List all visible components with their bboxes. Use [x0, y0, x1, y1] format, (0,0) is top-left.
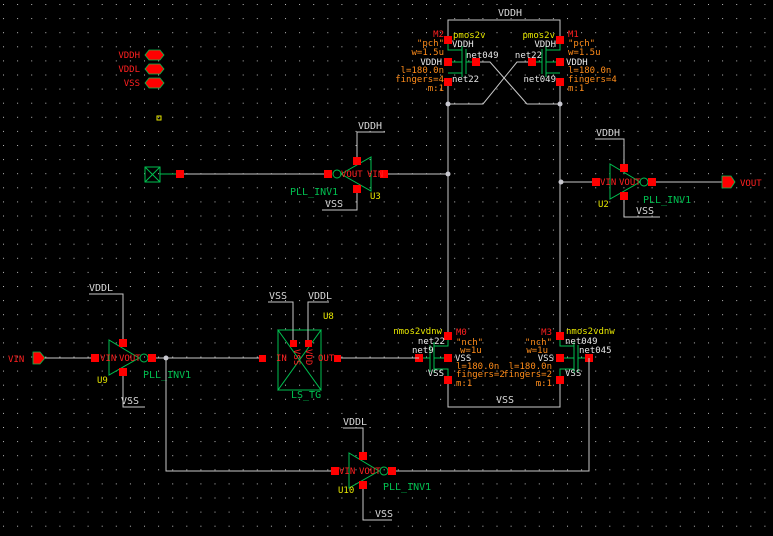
u10-vout-pin: VOUT	[359, 467, 381, 477]
u8-vss-pin: VSS	[291, 349, 301, 365]
m2-m: m:1	[428, 84, 444, 94]
u9-supply-net: VDDL	[89, 283, 113, 294]
global-pin-vddl-label: VDDL	[118, 65, 140, 75]
u8-inst-name: U8	[323, 312, 334, 322]
global-pin-vddl-icon[interactable]	[144, 63, 165, 75]
m0-source: VSS	[428, 369, 444, 379]
u3-inst-name: U3	[370, 192, 381, 202]
global-pin-vss-icon[interactable]	[144, 77, 165, 89]
m3-m: m:1	[536, 379, 552, 389]
m0-m: m:1	[456, 379, 472, 389]
u8-vss-net: VSS	[269, 291, 287, 302]
global-pin-vss-label: VSS	[124, 79, 140, 89]
u10-cell: PLL_INV1	[383, 482, 431, 493]
u2-supply-net: VDDH	[596, 128, 620, 139]
vddh-wire-label: VDDH	[498, 8, 522, 19]
m1-w: w=1.5u	[568, 48, 601, 58]
u10-ground-net: VSS	[375, 509, 393, 520]
m2-source: VDDH	[452, 40, 474, 50]
u10-inst-name: U10	[338, 486, 354, 496]
u8-in-pin: IN	[276, 354, 287, 364]
m3-source: VSS	[565, 369, 581, 379]
m3-cell: nmos2vdnw	[566, 327, 615, 337]
u9-vout-pin: VOUT	[119, 354, 141, 364]
u10-vin-pin: VIN	[339, 467, 355, 477]
u10-supply-net: VDDL	[343, 417, 367, 428]
u8-out-pin: OUT	[318, 354, 335, 364]
m2-drain-net: net22	[452, 75, 479, 85]
grid-dots	[0, 0, 773, 536]
u9-cell: PLL_INV1	[143, 370, 191, 381]
u3-vin-pin: VIN	[367, 170, 383, 180]
u3-ground-net: VSS	[325, 199, 343, 210]
u2-ground-net: VSS	[636, 206, 654, 217]
m3-inst-name: M3	[541, 328, 552, 338]
m1-m: m:1	[568, 84, 584, 94]
schematic-canvas[interactable]: VDDH VDDL VSS VDDH VSS M2 pmos2v "pch" V…	[0, 0, 773, 536]
m0-inst-name: M0	[456, 328, 467, 338]
m1-gate-net: net22	[515, 51, 542, 61]
u2-vout-pin: VOUT	[619, 178, 641, 188]
u9-inst-name: U9	[97, 376, 108, 386]
u3-supply-net: VDDH	[358, 121, 382, 132]
m1-source: VDDH	[534, 40, 556, 50]
m0-cell: nmos2vdnw	[393, 327, 442, 337]
m2-gate-net: net049	[466, 51, 499, 61]
u9-ground-net: VSS	[121, 396, 139, 407]
u8-vdd-pin: VDD	[303, 349, 313, 365]
u9-vin-pin: VIN	[100, 354, 116, 364]
u3-vout-pin: VOUT	[341, 170, 363, 180]
global-pin-vddh-icon[interactable]	[144, 49, 165, 61]
u2-inst-name: U2	[598, 200, 609, 210]
u8-cell: LS_TG	[291, 390, 321, 401]
u2-cell: PLL_INV1	[643, 195, 691, 206]
vin-pin-label: VIN	[8, 355, 24, 365]
u8-vdd-net: VDDL	[308, 291, 332, 302]
m0-gate-net: net9	[412, 346, 434, 356]
vout-pin-label: VOUT	[740, 179, 762, 189]
m1-drain-net: net049	[523, 75, 556, 85]
u2-vin-pin: VIN	[600, 178, 616, 188]
m3-gate-net: net045	[579, 346, 612, 356]
global-pin-vddh-label: VDDH	[118, 51, 140, 61]
m2-w: w=1.5u	[411, 48, 444, 58]
vss-wire-label: VSS	[496, 395, 514, 406]
u3-cell: PLL_INV1	[290, 187, 338, 198]
